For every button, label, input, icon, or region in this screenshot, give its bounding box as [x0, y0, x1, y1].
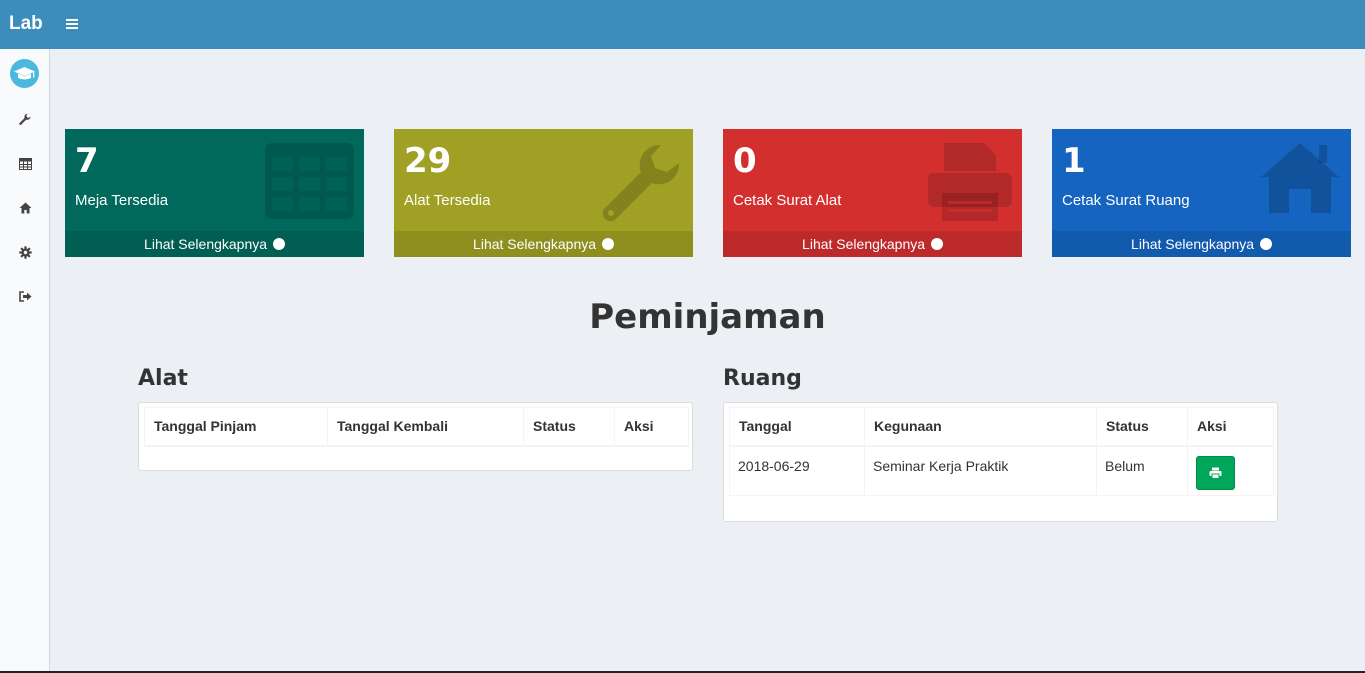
column-header[interactable]: Status — [523, 407, 615, 447]
info-box-cetak-ruang: 1 Cetak Surat Ruang Lihat Selengkapnya — [1052, 129, 1351, 257]
graduation-cap-icon[interactable] — [10, 59, 39, 88]
info-box-meja: 7 Meja Tersedia Lihat Selengkapnya — [65, 129, 364, 257]
box-more-label: Lihat Selengkapnya — [1131, 236, 1255, 252]
info-box-alat: 29 Alat Tersedia Lihat Selengkapnya — [394, 129, 693, 257]
arrow-circle-right-icon — [272, 238, 285, 250]
aksi-cell — [1187, 445, 1274, 496]
box-more-label: Lihat Selengkapnya — [144, 236, 268, 252]
box-label: Alat Tersedia — [404, 192, 491, 209]
table-icon — [18, 158, 32, 170]
column-header[interactable]: Tanggal Kembali — [327, 407, 524, 447]
gear-icon — [18, 245, 32, 259]
sidebar-item-settings[interactable] — [0, 237, 50, 267]
box-more-link[interactable]: Lihat Selengkapnya — [394, 231, 693, 257]
box-value: 0 — [733, 141, 757, 181]
ruang-panel: Tanggal Kegunaan Status Aksi 2018-06-29 … — [723, 402, 1278, 522]
print-button[interactable] — [1196, 455, 1235, 490]
status-cell: Belum — [1096, 445, 1188, 496]
table-icon — [265, 143, 354, 219]
box-label: Cetak Surat Alat — [733, 192, 842, 209]
info-box-cetak-alat: 0 Cetak Surat Alat Lihat Selengkapnya — [723, 129, 1022, 257]
table-row: 2018-06-29 Seminar Kerja Praktik Belum — [729, 445, 1274, 496]
box-more-label: Lihat Selengkapnya — [473, 236, 597, 252]
box-more-link[interactable]: Lihat Selengkapnya — [1052, 231, 1351, 257]
print-icon — [928, 143, 1012, 221]
arrow-circle-right-icon — [601, 238, 614, 250]
wrench-icon — [602, 144, 680, 222]
box-more-link[interactable]: Lihat Selengkapnya — [723, 231, 1022, 257]
box-label: Cetak Surat Ruang — [1062, 192, 1190, 209]
box-more-link[interactable]: Lihat Selengkapnya — [65, 231, 364, 257]
box-value: 7 — [75, 141, 99, 181]
box-label: Meja Tersedia — [75, 192, 169, 209]
brand-logo-text[interactable]: Lab — [9, 13, 43, 35]
print-icon — [1209, 467, 1222, 479]
wrench-icon — [19, 113, 31, 125]
tanggal-cell: 2018-06-29 — [729, 445, 865, 496]
box-value: 1 — [1062, 141, 1086, 181]
top-navbar: Lab — [0, 0, 1365, 49]
arrow-circle-right-icon — [1259, 238, 1272, 250]
alat-panel: Tanggal Pinjam Tanggal Kembali Status Ak… — [138, 402, 693, 471]
sidebar-item-alat[interactable] — [0, 105, 50, 135]
kegunaan-cell: Seminar Kerja Praktik — [864, 445, 1097, 496]
sidebar-item-ruang[interactable] — [0, 193, 50, 223]
sidebar-item-meja[interactable] — [0, 149, 50, 179]
sidebar — [0, 49, 50, 671]
column-header[interactable]: Aksi — [614, 407, 689, 447]
alat-title: Alat — [138, 366, 188, 391]
column-header[interactable]: Aksi — [1187, 407, 1274, 447]
home-icon — [1261, 143, 1339, 213]
page-title: Peminjaman — [589, 297, 826, 337]
home-icon — [19, 202, 31, 214]
alat-table: Tanggal Pinjam Tanggal Kembali Status Ak… — [144, 407, 689, 447]
hamburger-icon[interactable] — [63, 15, 81, 33]
column-header[interactable]: Tanggal — [729, 407, 865, 447]
arrow-circle-right-icon — [930, 238, 943, 250]
column-header[interactable]: Kegunaan — [864, 407, 1097, 447]
box-more-label: Lihat Selengkapnya — [802, 236, 926, 252]
ruang-title: Ruang — [723, 366, 802, 391]
column-header[interactable]: Tanggal Pinjam — [144, 407, 328, 447]
column-header[interactable]: Status — [1096, 407, 1188, 447]
box-value: 29 — [404, 141, 452, 181]
ruang-table: Tanggal Kegunaan Status Aksi 2018-06-29 … — [729, 407, 1274, 496]
